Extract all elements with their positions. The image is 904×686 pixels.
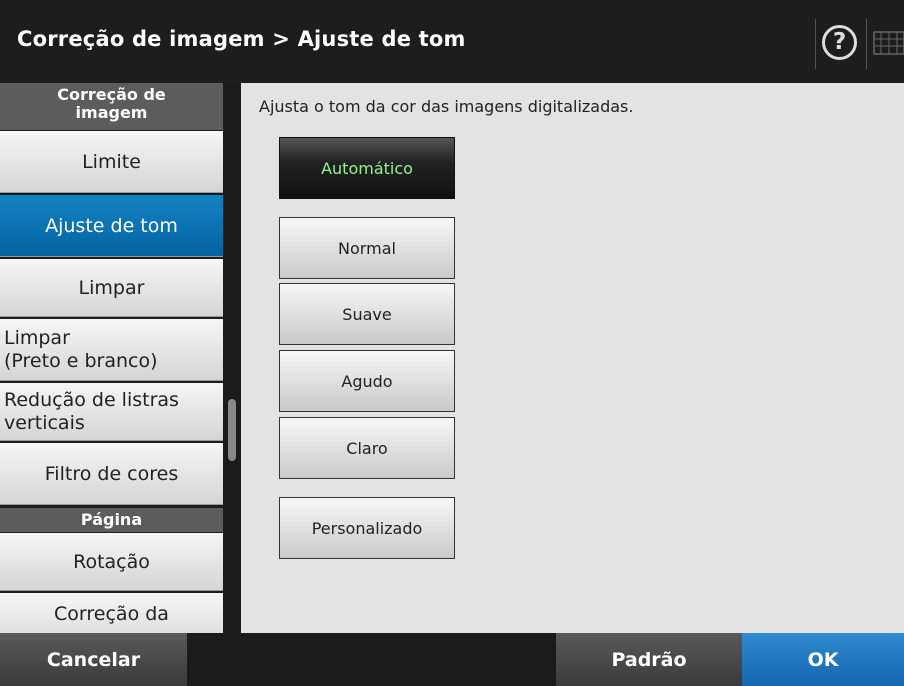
cancel-label: Cancelar <box>46 648 141 671</box>
sidebar-section-image: Correção de imagem <box>0 83 223 130</box>
sidebar-item-label: Limite <box>82 150 141 173</box>
sidebar-item-label: Filtro de cores <box>44 462 179 485</box>
sidebar-item-label: Limpar <box>78 276 145 299</box>
option-automatico-button[interactable]: Automático <box>279 137 455 199</box>
sidebar: Correção de imagem Limite Ajuste de tom … <box>0 83 241 633</box>
sidebar-scroll-thumb[interactable] <box>228 399 236 461</box>
sidebar-item-limpar[interactable]: Limpar <box>0 259 223 317</box>
default-button[interactable]: Padrão <box>556 633 742 686</box>
description-text: Ajusta o tom da cor das imagens digitali… <box>259 97 634 116</box>
sidebar-item-reducao-de-listras[interactable]: Redução de listras verticais <box>0 383 223 441</box>
footer-bar: Cancelar Padrão OK <box>0 633 904 686</box>
help-button[interactable]: ? <box>815 19 865 69</box>
sidebar-item-label: Redução de listras verticais <box>4 388 179 434</box>
option-claro-button[interactable]: Claro <box>279 417 455 479</box>
help-circle-icon: ? <box>822 25 857 60</box>
sidebar-item-filtro-de-cores[interactable]: Filtro de cores <box>0 443 223 505</box>
cancel-button[interactable]: Cancelar <box>0 633 187 686</box>
sidebar-section-page: Página <box>0 508 223 532</box>
ok-label: OK <box>807 648 839 671</box>
option-label: Personalizado <box>311 518 423 538</box>
keyboard-icon <box>873 31 904 55</box>
option-label: Normal <box>338 238 396 258</box>
sidebar-item-label: Limpar (Preto e branco) <box>4 326 158 372</box>
sidebar-item-limite[interactable]: Limite <box>0 131 223 193</box>
sidebar-item-label: Correção da <box>54 603 169 625</box>
option-normal-button[interactable]: Normal <box>279 217 455 279</box>
sidebar-item-label: Ajuste de tom <box>45 214 178 237</box>
option-label: Suave <box>342 304 392 324</box>
option-label: Claro <box>346 438 388 458</box>
option-suave-button[interactable]: Suave <box>279 283 455 345</box>
option-personalizado-button[interactable]: Personalizado <box>279 497 455 559</box>
content-panel: Ajusta o tom da cor das imagens digitali… <box>241 83 904 633</box>
default-label: Padrão <box>611 648 687 671</box>
sidebar-item-rotacao[interactable]: Rotação <box>0 533 223 591</box>
ok-button[interactable]: OK <box>742 633 904 686</box>
sidebar-item-correcao-da[interactable]: Correção da <box>0 593 223 633</box>
option-label: Agudo <box>341 371 393 391</box>
sidebar-item-limpar-preto-e-branco[interactable]: Limpar (Preto e branco) <box>0 319 223 381</box>
option-agudo-button[interactable]: Agudo <box>279 350 455 412</box>
sidebar-scrollbar[interactable] <box>225 83 239 633</box>
option-label: Automático <box>321 158 413 178</box>
title-bar: Correção de imagem > Ajuste de tom ? <box>0 0 904 83</box>
sidebar-item-label: Rotação <box>73 550 150 573</box>
sidebar-item-ajuste-de-tom[interactable]: Ajuste de tom <box>0 195 223 257</box>
keyboard-button[interactable] <box>866 19 904 69</box>
page-title: Correção de imagem > Ajuste de tom <box>17 27 466 51</box>
